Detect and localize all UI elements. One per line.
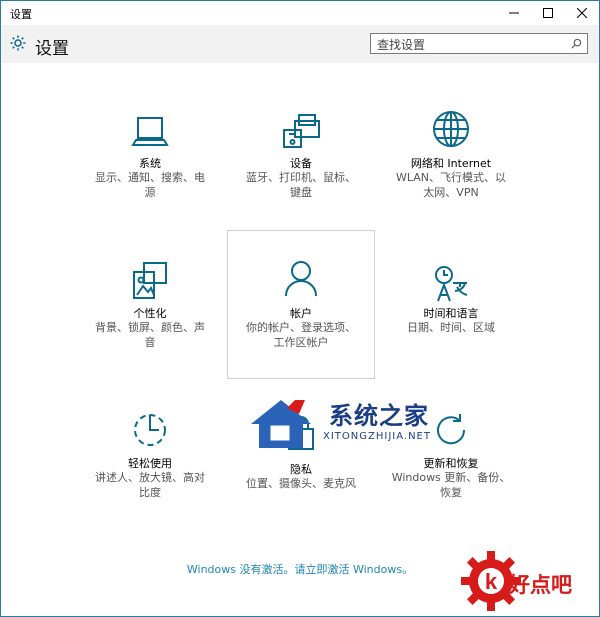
tile-personalization[interactable]: 个性化 背景、锁屏、颜色、声 音 — [76, 256, 224, 356]
person-icon — [285, 261, 317, 297]
settings-window: 设置 设置 查找设置 系统 显示、通知、搜索、电 源 设备 蓝牙、打印机、鼠标、… — [0, 0, 600, 617]
personalize-icon — [133, 262, 167, 299]
page-title: 设置 — [35, 39, 69, 59]
maximize-button[interactable] — [531, 1, 565, 25]
tile-ease-of-access[interactable]: 轻松使用 讲述人、放大镜、高对 比度 — [76, 406, 224, 506]
search-placeholder: 查找设置 — [377, 38, 426, 52]
settings-header: 设置 查找设置 — [1, 25, 599, 63]
tile-title: 个性化 — [133, 307, 167, 320]
tile-desc-line-1: WLAN、飞行模式、以 — [395, 171, 506, 184]
title-bar[interactable]: 设置 — [1, 1, 599, 25]
tile-title: 网络和 Internet — [410, 157, 492, 170]
minimize-icon — [509, 12, 519, 14]
watermark: 系统之家 XITONGZHIJIA.NET — [247, 394, 477, 454]
tile-desc-line-2: 源 — [144, 186, 156, 199]
tile-desc-line-2: 恢复 — [440, 486, 462, 499]
svg-text:k: k — [485, 569, 498, 594]
gear-icon — [10, 35, 26, 51]
corner-logo-text: 好点吧 — [509, 573, 572, 597]
tile-desc-line-1: 日期、时间、区域 — [407, 321, 495, 334]
laptop-icon — [131, 117, 169, 146]
tile-title: 帐户 — [290, 307, 312, 320]
tile-desc-line-1: 讲述人、放大镜、高对 — [95, 471, 205, 484]
tile-title: 系统 — [139, 157, 161, 170]
tile-desc-line-2: 工作区帐户 — [273, 336, 329, 349]
tile-title: 轻松使用 — [128, 457, 172, 470]
tile-desc-line-2: 音 — [144, 336, 156, 349]
tile-desc-line-1: 你的帐户、登录选项、 — [246, 321, 356, 334]
devices-icon — [283, 114, 320, 148]
tile-accounts[interactable]: 帐户 你的帐户、登录选项、 工作区帐户 — [227, 256, 375, 356]
minimize-button[interactable] — [497, 1, 531, 25]
tile-title: 更新和恢复 — [423, 457, 479, 470]
tile-desc-line-1: 显示、通知、搜索、电 — [95, 171, 205, 184]
tile-desc-line-1: 蓝牙、打印机、鼠标、 — [246, 171, 356, 184]
tile-desc-line-1: 背景、锁屏、颜色、声 — [95, 321, 205, 334]
house-logo-icon — [251, 400, 311, 448]
tile-devices[interactable]: 设备 蓝牙、打印机、鼠标、 键盘 — [227, 106, 375, 206]
tile-title: 隐私 — [290, 463, 312, 476]
tile-title: 时间和语言 — [423, 307, 479, 320]
tile-desc-line-1: 位置、摄像头、麦克风 — [246, 477, 356, 490]
search-icon[interactable] — [571, 38, 582, 49]
watermark-url: XITONGZHIJIA.NET — [323, 431, 431, 442]
maximize-icon — [543, 8, 553, 18]
tile-network[interactable]: 网络和 Internet WLAN、飞行模式、以 太网、VPN — [377, 106, 525, 206]
tile-title: 设备 — [290, 157, 312, 170]
tile-desc-line-1: Windows 更新、备份、 — [391, 471, 511, 484]
close-button[interactable] — [565, 1, 599, 25]
time-language-icon — [435, 266, 468, 302]
ease-of-access-icon — [134, 414, 166, 446]
corner-logo: k 好点吧 — [459, 549, 599, 615]
tile-system[interactable]: 系统 显示、通知、搜索、电 源 — [76, 106, 224, 206]
close-icon — [577, 8, 587, 18]
tile-desc-line-2: 太网、VPN — [423, 186, 479, 199]
tile-desc-line-2: 比度 — [139, 486, 161, 499]
window-title: 设置 — [10, 8, 32, 21]
globe-icon — [433, 111, 469, 147]
search-input[interactable]: 查找设置 — [370, 33, 588, 54]
tile-desc-line-2: 键盘 — [290, 186, 312, 199]
watermark-main-text: 系统之家 — [329, 401, 429, 430]
tile-time-language[interactable]: 时间和语言 日期、时间、区域 — [377, 256, 525, 356]
